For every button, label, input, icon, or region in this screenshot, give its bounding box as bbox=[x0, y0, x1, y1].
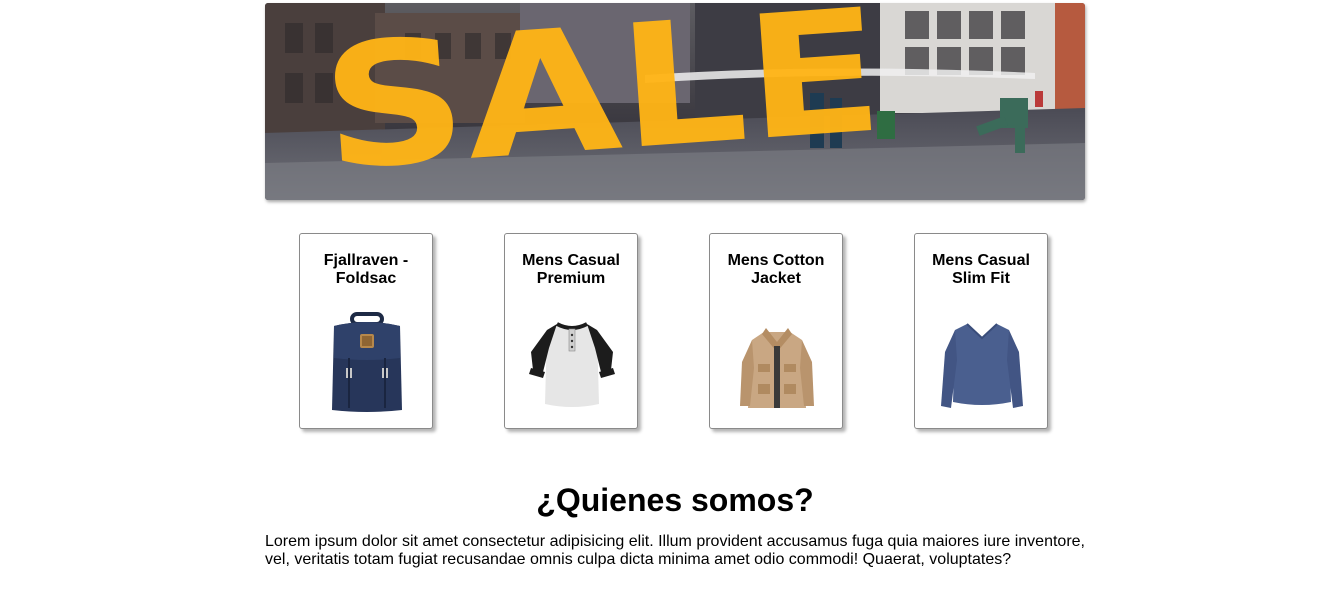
sale-banner: SALE bbox=[265, 3, 1085, 200]
raglan-tshirt-icon bbox=[527, 312, 617, 416]
jacket-icon bbox=[732, 312, 822, 416]
product-title: Mens Casual Slim Fit bbox=[932, 252, 1030, 287]
product-title: Fjallraven - Foldsac bbox=[323, 252, 409, 287]
product-card-fjallraven-foldsac[interactable]: Fjallraven - Foldsac bbox=[299, 233, 433, 429]
about-paragraph: Lorem ipsum dolor sit amet consectetur a… bbox=[265, 533, 1085, 568]
backpack-icon bbox=[322, 312, 412, 416]
sale-banner-image: SALE bbox=[265, 3, 1085, 200]
product-title: Mens Casual Premium bbox=[522, 252, 620, 287]
product-card-mens-cotton-jacket[interactable]: Mens Cotton Jacket bbox=[709, 233, 843, 429]
product-title: Mens Cotton Jacket bbox=[727, 252, 825, 287]
product-card-mens-casual-slim-fit[interactable]: Mens Casual Slim Fit bbox=[914, 233, 1048, 429]
product-card-mens-casual-premium[interactable]: Mens Casual Premium bbox=[504, 233, 638, 429]
sale-banner-text: SALE bbox=[316, 3, 888, 200]
product-list: Fjallraven - Foldsac Mens Casual Premium bbox=[0, 233, 1344, 431]
about-heading: ¿Quienes somos? bbox=[536, 482, 814, 518]
longsleeve-shirt-icon bbox=[937, 312, 1027, 416]
